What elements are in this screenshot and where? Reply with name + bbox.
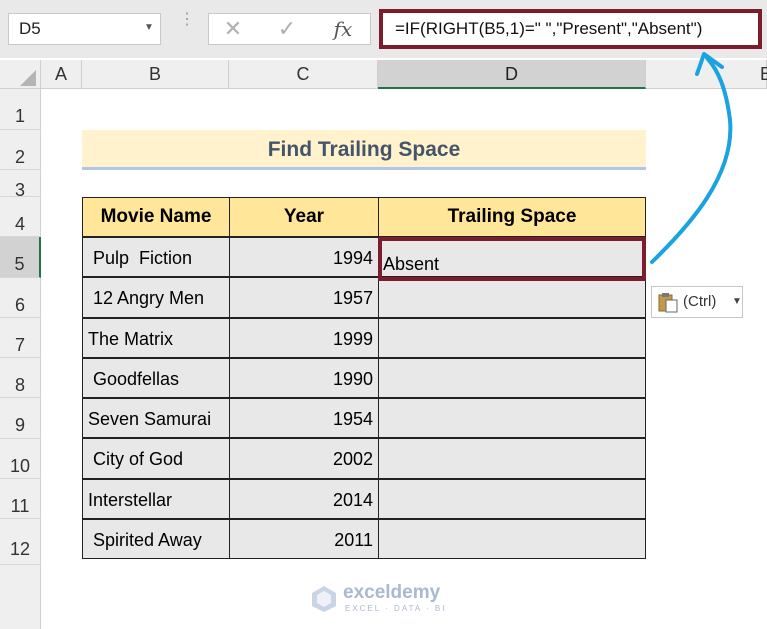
movie-name-cell[interactable]: The Matrix xyxy=(82,317,230,358)
close-icon[interactable]: ✕ xyxy=(213,14,253,44)
sheet-title[interactable]: Find Trailing Space xyxy=(82,130,646,170)
row-header-1[interactable]: 1 xyxy=(0,89,41,130)
year-cell[interactable]: 1957 xyxy=(229,277,379,318)
row-header-4[interactable]: 4 xyxy=(0,197,41,237)
active-cell-highlight xyxy=(378,237,646,281)
trailing-space-cell[interactable] xyxy=(378,478,646,519)
year-cell[interactable]: 2014 xyxy=(229,478,379,519)
movie-name-cell[interactable]: Pulp Fiction xyxy=(82,237,230,278)
year-cell[interactable]: 1994 xyxy=(229,237,379,278)
trailing-space-cell[interactable] xyxy=(378,398,646,439)
watermark-name: exceldemy xyxy=(343,582,441,603)
movie-name-cell[interactable]: City of God xyxy=(82,438,230,479)
chevron-down-icon[interactable]: ▼ xyxy=(140,13,158,43)
watermark: exceldemy EXCEL · DATA · BI xyxy=(310,582,470,616)
year-cell[interactable]: 1990 xyxy=(229,357,379,398)
check-icon[interactable]: ✓ xyxy=(267,14,307,44)
row-header-3[interactable]: 3 xyxy=(0,170,41,200)
trailing-space-cell[interactable] xyxy=(378,438,646,479)
exceldemy-logo-icon xyxy=(312,586,336,612)
formula-input[interactable]: =IF(RIGHT(B5,1)=" ","Present","Absent") xyxy=(379,9,762,49)
row-header-10[interactable]: 10 xyxy=(0,439,41,479)
column-header-e-label: E xyxy=(759,64,767,84)
row-header-12[interactable]: 12 xyxy=(0,519,41,565)
select-all-icon xyxy=(20,70,36,86)
year-cell[interactable]: 2011 xyxy=(229,518,379,559)
header-trailing-space[interactable]: Trailing Space xyxy=(378,197,646,237)
clipboard-icon xyxy=(658,293,678,313)
trailing-space-cell[interactable] xyxy=(378,357,646,398)
column-header-a[interactable]: A xyxy=(41,60,82,89)
movie-name-cell[interactable]: Goodfellas xyxy=(82,357,230,398)
year-cell[interactable]: 2002 xyxy=(229,438,379,479)
column-header-d[interactable]: D xyxy=(378,60,646,89)
year-cell[interactable]: 1999 xyxy=(229,317,379,358)
row-header-8[interactable]: 8 xyxy=(0,358,41,398)
column-header-e[interactable]: E xyxy=(646,60,767,89)
header-year[interactable]: Year xyxy=(229,197,379,237)
watermark-tagline: EXCEL · DATA · BI xyxy=(345,604,447,613)
movie-name-cell[interactable]: Interstellar xyxy=(82,478,230,519)
row-header-2[interactable]: 2 xyxy=(0,130,41,170)
chevron-down-icon: ▼ xyxy=(732,296,742,307)
column-header-c[interactable]: C xyxy=(229,60,378,89)
insert-function-button[interactable]: fx xyxy=(323,14,363,44)
column-header-b[interactable]: B xyxy=(82,60,229,89)
row-header-5[interactable]: 5 xyxy=(0,237,41,278)
movie-name-cell[interactable]: 12 Angry Men xyxy=(82,277,230,318)
trailing-space-cell[interactable] xyxy=(378,317,646,358)
trailing-space-cell[interactable] xyxy=(378,277,646,318)
paste-options-button[interactable]: (Ctrl) ▼ xyxy=(651,286,743,318)
header-movie-name[interactable]: Movie Name xyxy=(82,197,230,237)
row-header-11[interactable]: 11 xyxy=(0,479,41,519)
name-box[interactable]: D5 xyxy=(8,13,161,45)
row-header-6[interactable]: 6 xyxy=(0,278,41,318)
year-cell[interactable]: 1954 xyxy=(229,398,379,439)
formula-buttons: ✕ ✓ fx xyxy=(208,13,371,45)
row-header-7[interactable]: 7 xyxy=(0,318,41,358)
row-header-filler xyxy=(0,565,41,629)
movie-name-cell[interactable]: Spirited Away xyxy=(82,518,230,559)
movie-name-cell[interactable]: Seven Samurai xyxy=(82,398,230,439)
row-header-9[interactable]: 9 xyxy=(0,398,41,439)
drag-handle-icon[interactable]: ⋮ xyxy=(179,12,195,42)
paste-options-label: (Ctrl) xyxy=(683,293,717,310)
trailing-space-cell[interactable] xyxy=(378,518,646,559)
